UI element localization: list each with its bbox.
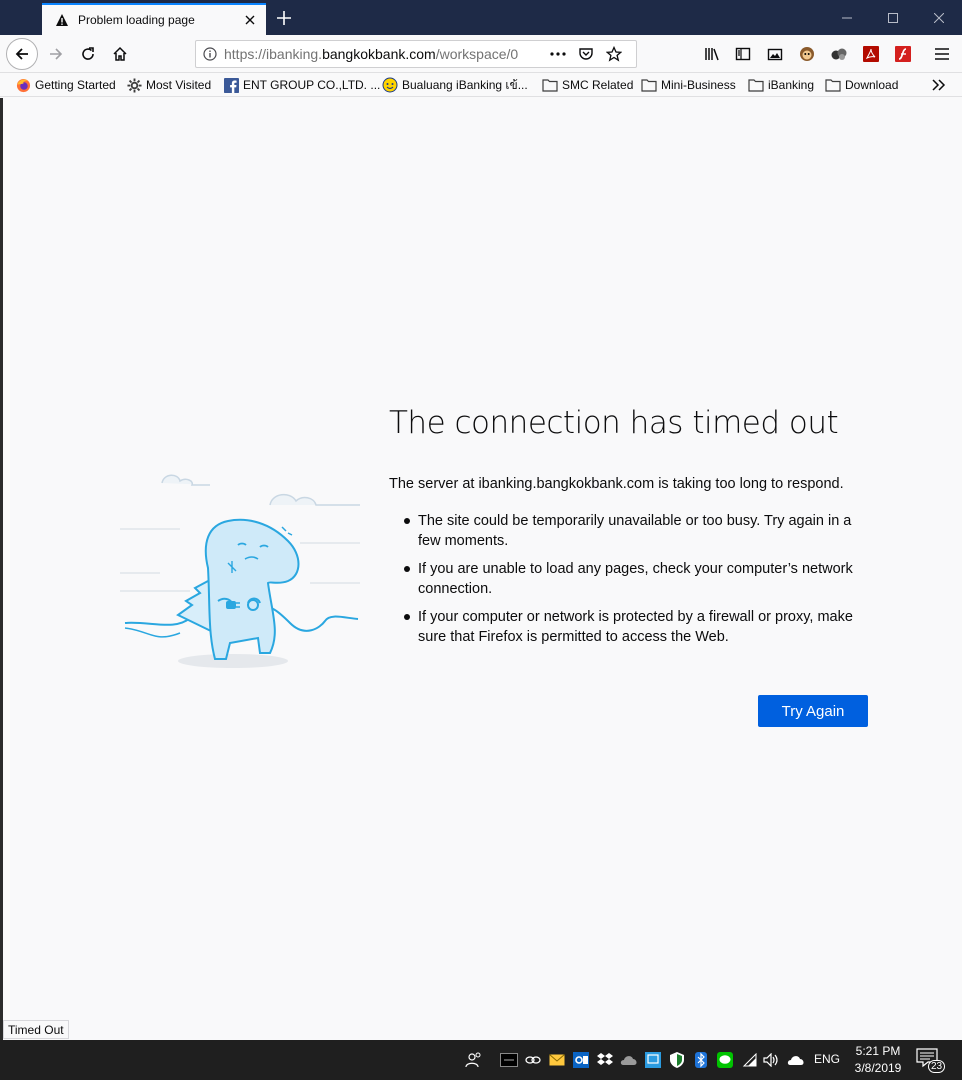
error-title: The connection has timed out bbox=[389, 405, 839, 441]
bookmarks-overflow-chevron-icon[interactable] bbox=[932, 76, 946, 94]
input-language[interactable]: ENG bbox=[814, 1052, 840, 1066]
clock[interactable]: 5:21 PM 3/8/2019 bbox=[850, 1043, 906, 1077]
new-tab-button[interactable] bbox=[270, 4, 298, 32]
people-icon[interactable] bbox=[464, 1050, 484, 1070]
warning-icon bbox=[54, 12, 70, 28]
flash-extension-icon[interactable] bbox=[889, 40, 917, 68]
line-chat-icon[interactable] bbox=[715, 1050, 735, 1070]
clock-time: 5:21 PM bbox=[855, 1044, 901, 1058]
list-item: If you are unable to load any pages, che… bbox=[404, 559, 874, 599]
error-suggestions-list: The site could be temporarily unavailabl… bbox=[404, 511, 874, 655]
bookmark-most-visited[interactable]: Most Visited bbox=[126, 76, 211, 94]
bluetooth-icon[interactable] bbox=[691, 1050, 711, 1070]
folder-icon bbox=[542, 77, 558, 93]
close-window-button[interactable] bbox=[916, 0, 962, 35]
action-center-button[interactable]: 23 bbox=[916, 1048, 946, 1074]
balls-extension-icon[interactable] bbox=[825, 40, 853, 68]
folder-icon bbox=[641, 77, 657, 93]
wifi-icon[interactable] bbox=[740, 1050, 760, 1070]
facebook-icon bbox=[223, 77, 239, 93]
link-icon[interactable] bbox=[523, 1050, 543, 1070]
firefox-icon bbox=[15, 77, 31, 93]
bookmark-ent-group[interactable]: ENT GROUP CO.,LTD. ... bbox=[223, 76, 380, 94]
bookmark-bualuang-ibanking[interactable]: Bualuang iBanking เข้... bbox=[382, 76, 528, 94]
back-button[interactable] bbox=[6, 38, 38, 70]
bookmark-folder-ibanking[interactable]: iBanking bbox=[748, 76, 814, 94]
monkey-extension-icon[interactable] bbox=[793, 40, 821, 68]
notification-count-badge: 23 bbox=[928, 1060, 946, 1073]
bookmark-folder-mini-business[interactable]: Mini-Business bbox=[641, 76, 736, 94]
bookmark-getting-started[interactable]: Getting Started bbox=[15, 76, 116, 94]
list-item: The site could be temporarily unavailabl… bbox=[404, 511, 874, 551]
onedrive-icon[interactable] bbox=[619, 1050, 639, 1070]
outlook-icon[interactable] bbox=[571, 1050, 591, 1070]
maximize-button[interactable] bbox=[870, 0, 916, 35]
reload-button[interactable] bbox=[72, 38, 104, 70]
list-item: If your computer or network is protected… bbox=[404, 607, 874, 647]
gear-icon bbox=[126, 77, 142, 93]
url-bar[interactable]: https://ibanking.bangkokbank.com/workspa… bbox=[195, 40, 637, 68]
navigation-bar: https://ibanking.bangkokbank.com/workspa… bbox=[0, 35, 962, 73]
cloud-sync-icon[interactable] bbox=[786, 1050, 806, 1070]
minimize-button[interactable] bbox=[824, 0, 870, 35]
folder-icon bbox=[825, 77, 841, 93]
folder-icon bbox=[748, 77, 764, 93]
title-bar: Problem loading page bbox=[0, 0, 962, 35]
bookmarks-toolbar: Getting Started Most Visited ENT GROUP C… bbox=[0, 73, 962, 97]
bookmark-star-icon[interactable] bbox=[600, 41, 628, 67]
menu-hamburger-icon[interactable] bbox=[928, 40, 956, 68]
library-icon[interactable] bbox=[698, 40, 726, 68]
bookmark-folder-download[interactable]: Download bbox=[825, 76, 898, 94]
clock-date: 3/8/2019 bbox=[854, 1061, 902, 1075]
tab-title: Problem loading page bbox=[78, 13, 195, 27]
ssd-icon[interactable] bbox=[499, 1050, 519, 1070]
bualuang-icon bbox=[382, 77, 398, 93]
forward-button[interactable] bbox=[40, 38, 72, 70]
page-actions-icon[interactable] bbox=[544, 41, 572, 67]
error-description: The server at ibanking.bangkokbank.com i… bbox=[389, 476, 844, 492]
info-icon[interactable] bbox=[196, 41, 224, 67]
try-again-button[interactable]: Try Again bbox=[758, 695, 868, 727]
shield-icon[interactable] bbox=[667, 1050, 687, 1070]
tab-problem-loading[interactable]: Problem loading page bbox=[42, 3, 266, 35]
bookmark-folder-smc-related[interactable]: SMC Related bbox=[542, 76, 633, 94]
volume-icon[interactable] bbox=[762, 1050, 782, 1070]
status-panel: Timed Out bbox=[3, 1020, 69, 1039]
sidebar-icon[interactable] bbox=[729, 40, 757, 68]
dinosaur-unplugged-illustration bbox=[120, 463, 360, 673]
screenshot-icon[interactable] bbox=[761, 40, 789, 68]
dropbox-icon[interactable] bbox=[595, 1050, 615, 1070]
pocket-icon[interactable] bbox=[572, 41, 600, 67]
network-monitor-icon[interactable] bbox=[643, 1050, 663, 1070]
home-button[interactable] bbox=[104, 38, 136, 70]
taskbar: ENG 5:21 PM 3/8/2019 23 bbox=[0, 1040, 962, 1080]
close-tab-icon[interactable] bbox=[238, 8, 262, 32]
pdf-extension-icon[interactable] bbox=[857, 40, 885, 68]
url-text[interactable]: https://ibanking.bangkokbank.com/workspa… bbox=[224, 46, 544, 62]
mail-icon[interactable] bbox=[547, 1050, 567, 1070]
